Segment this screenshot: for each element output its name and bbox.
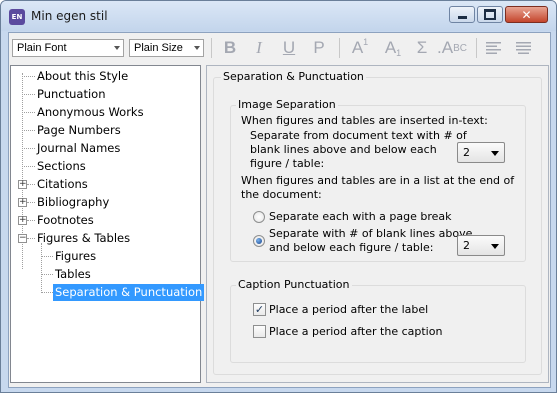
maximize-icon bbox=[484, 9, 496, 20]
list-heading-line-1: When figures and tables are in a list at… bbox=[241, 174, 515, 187]
small-caps-a: A bbox=[441, 38, 454, 57]
tree-item-sections[interactable]: Sections bbox=[35, 158, 88, 175]
intext-label-line-3: figure / table: bbox=[250, 157, 325, 170]
small-caps-button[interactable]: . A BC bbox=[433, 38, 471, 58]
align-left-button[interactable] bbox=[482, 38, 504, 58]
tree-item-bibliography[interactable]: Bibliography bbox=[35, 194, 111, 211]
list-blank-lines-dropdown[interactable]: 2 bbox=[457, 235, 505, 256]
align-left-icon bbox=[485, 42, 501, 54]
subscript-button[interactable]: A1 bbox=[380, 38, 406, 58]
subscript-icon: A bbox=[384, 38, 397, 57]
tree-line bbox=[41, 256, 53, 257]
tree-item-journal-names[interactable]: Journal Names bbox=[35, 140, 122, 157]
chevron-down-icon bbox=[114, 46, 120, 50]
tree-line bbox=[41, 292, 53, 293]
list-heading-line-2: the document: bbox=[241, 188, 322, 201]
minimize-button[interactable] bbox=[449, 6, 475, 23]
tree-line bbox=[22, 148, 35, 149]
panel-title: Separation & Punctuation bbox=[221, 70, 366, 83]
tree-line bbox=[27, 238, 35, 239]
period-after-caption-checkbox[interactable] bbox=[253, 325, 266, 338]
period-after-label-checkbox[interactable]: ✓ bbox=[253, 303, 266, 316]
close-icon: ✕ bbox=[521, 7, 532, 22]
tree-item-tables[interactable]: Tables bbox=[53, 266, 93, 283]
justify-icon bbox=[515, 42, 531, 54]
size-select-value: Plain Size bbox=[134, 42, 183, 54]
image-separation-title: Image Separation bbox=[236, 98, 338, 111]
tree-line bbox=[22, 76, 35, 77]
tree-item-anonymous-works[interactable]: Anonymous Works bbox=[35, 104, 146, 121]
expand-citations-icon[interactable]: + bbox=[18, 180, 27, 189]
superscript-button[interactable]: A1 bbox=[347, 37, 373, 58]
symbol-button[interactable]: Σ bbox=[411, 38, 433, 58]
intext-label-line-1: Separate from document text with # of bbox=[250, 129, 467, 142]
tree-line bbox=[22, 94, 35, 95]
close-button[interactable]: ✕ bbox=[505, 6, 548, 23]
font-select[interactable]: Plain Font bbox=[12, 39, 124, 57]
intext-blank-lines-dropdown[interactable]: 2 bbox=[457, 142, 505, 163]
tree-item-punctuation[interactable]: Punctuation bbox=[35, 86, 108, 103]
blank-lines-radio[interactable] bbox=[253, 235, 265, 247]
tree-line bbox=[41, 274, 53, 275]
expand-bibliography-icon[interactable]: + bbox=[18, 198, 27, 207]
chevron-down-icon bbox=[491, 244, 499, 249]
intext-blank-lines-value: 2 bbox=[463, 146, 470, 159]
page-break-label[interactable]: Separate each with a page break bbox=[269, 210, 452, 224]
caption-punctuation-title: Caption Punctuation bbox=[236, 278, 352, 291]
maximize-button[interactable] bbox=[477, 6, 503, 23]
bold-button[interactable]: B bbox=[219, 38, 241, 58]
period-after-caption-text[interactable]: Place a period after the caption bbox=[269, 325, 442, 339]
blank-lines-label-line-1[interactable]: Separate with # of blank lines above bbox=[269, 227, 472, 241]
style-editor-window: EN Min egen stil ✕ Plain Font Plain Size… bbox=[0, 0, 557, 393]
tree-line bbox=[41, 243, 42, 291]
window-title: Min egen stil bbox=[31, 9, 108, 23]
minimize-icon bbox=[457, 15, 467, 19]
endnote-app-icon: EN bbox=[9, 9, 25, 25]
intext-heading: When figures and tables are inserted in-… bbox=[241, 114, 488, 127]
superscript-mark: 1 bbox=[363, 37, 369, 47]
collapse-figures-tables-icon[interactable]: − bbox=[18, 234, 27, 243]
intext-label-line-2: blank lines above and below each bbox=[250, 143, 437, 156]
toolbar-separator bbox=[476, 38, 477, 58]
tree-item-figures-tables[interactable]: Figures & Tables bbox=[35, 230, 132, 247]
italic-button[interactable]: I bbox=[248, 38, 270, 58]
tree-item-citations[interactable]: Citations bbox=[35, 176, 90, 193]
title-bar[interactable]: EN Min egen stil ✕ bbox=[1, 1, 556, 31]
period-after-label-text[interactable]: Place a period after the label bbox=[269, 303, 428, 317]
superscript-icon: A bbox=[351, 38, 364, 57]
client-area: Plain Font Plain Size B I U P A1 A1 Σ .A… bbox=[8, 32, 551, 388]
small-caps-bc: BC bbox=[453, 42, 467, 54]
settings-panel: Separation & Punctuation Image Separatio… bbox=[206, 65, 549, 383]
formatting-toolbar: Plain Font Plain Size B I U P A1 A1 Σ .A… bbox=[9, 33, 550, 61]
tree-line bbox=[27, 202, 35, 203]
expand-footnotes-icon[interactable]: + bbox=[18, 216, 27, 225]
tree-line bbox=[22, 130, 35, 131]
blank-lines-label-line-2[interactable]: and below each figure / table: bbox=[269, 241, 433, 255]
subscript-mark: 1 bbox=[396, 48, 402, 58]
caption-punctuation-group bbox=[230, 285, 526, 363]
tree-line bbox=[22, 166, 35, 167]
font-select-value: Plain Font bbox=[17, 42, 67, 54]
tree-item-separation-punctuation[interactable]: Separation & Punctuation bbox=[53, 284, 205, 301]
tree-line bbox=[27, 220, 35, 221]
tree-item-page-numbers[interactable]: Page Numbers bbox=[35, 122, 123, 139]
tree-line bbox=[27, 184, 35, 185]
chevron-down-icon bbox=[194, 46, 200, 50]
justify-button[interactable] bbox=[512, 38, 534, 58]
list-blank-lines-value: 2 bbox=[463, 239, 470, 252]
tree-item-footnotes[interactable]: Footnotes bbox=[35, 212, 96, 229]
toolbar-separator bbox=[339, 38, 340, 58]
tree-line bbox=[22, 112, 35, 113]
tree-item-figures[interactable]: Figures bbox=[53, 248, 98, 265]
tree-item-about-this-style[interactable]: About this Style bbox=[35, 68, 130, 85]
style-section-tree[interactable]: + + + − About this Style Punctuation Ano… bbox=[10, 65, 205, 383]
chevron-down-icon bbox=[491, 151, 499, 156]
underline-button[interactable]: U bbox=[278, 38, 300, 58]
plain-button[interactable]: P bbox=[308, 38, 330, 58]
toolbar-separator bbox=[211, 38, 212, 58]
size-select[interactable]: Plain Size bbox=[129, 39, 204, 57]
page-break-radio[interactable] bbox=[253, 211, 265, 223]
